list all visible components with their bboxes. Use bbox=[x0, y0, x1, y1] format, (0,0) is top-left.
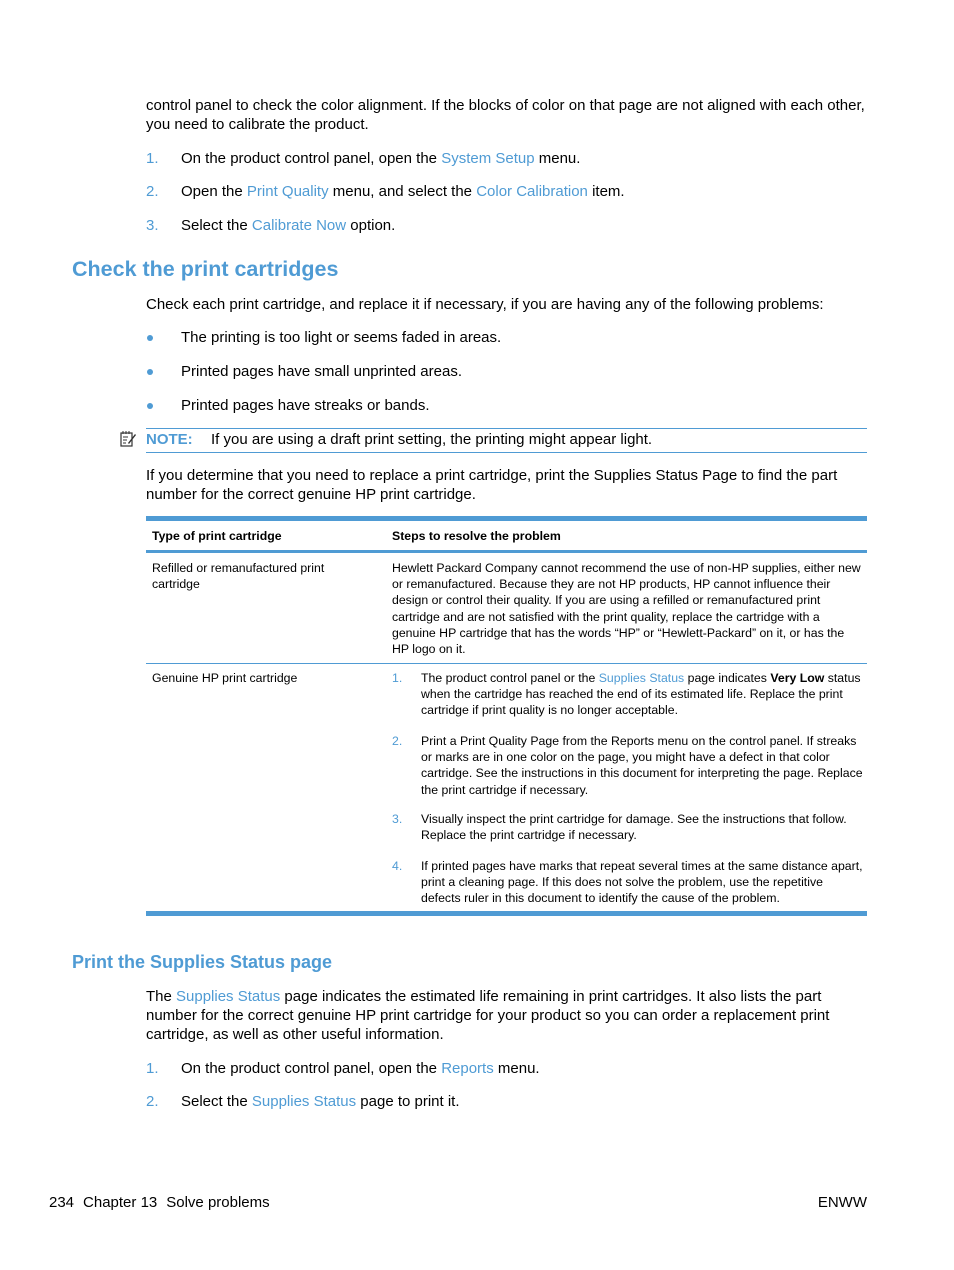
table-header-steps: Steps to resolve the problem bbox=[392, 529, 561, 543]
reports-link[interactable]: Reports bbox=[441, 1060, 494, 1077]
very-low-status: Very Low bbox=[770, 671, 825, 685]
section2-paragraph: The Supplies Status page indicates the e… bbox=[146, 987, 869, 1044]
table-header-type: Type of print cartridge bbox=[152, 529, 282, 543]
step-text: Select the bbox=[181, 1093, 252, 1110]
page-number: 234 bbox=[49, 1194, 75, 1211]
step-number: 1. bbox=[146, 1060, 159, 1077]
note-label: NOTE: bbox=[146, 431, 193, 448]
step-text: option. bbox=[346, 217, 396, 234]
page-footer-left: 234 Chapter 13 Solve problems bbox=[49, 1193, 270, 1212]
table-cell-type: Genuine HP print cartridge bbox=[152, 671, 298, 685]
bullet-text: The printing is too light or seems faded… bbox=[181, 329, 502, 346]
supplies-status-link[interactable]: Supplies Status bbox=[176, 988, 280, 1005]
bullet-icon bbox=[147, 403, 153, 409]
section-heading-supplies-status: Print the Supplies Status page bbox=[72, 952, 333, 972]
step-number: 2. bbox=[146, 183, 159, 200]
page-footer-right: ENWW bbox=[817, 1194, 867, 1211]
step-text: Select the bbox=[181, 217, 252, 234]
note-text: If you are using a draft print setting, … bbox=[211, 431, 653, 448]
step-number: 3. bbox=[392, 812, 403, 826]
step-text: page to print it. bbox=[356, 1093, 460, 1110]
color-calibration-link[interactable]: Color Calibration bbox=[476, 183, 588, 200]
table-row-divider bbox=[146, 663, 867, 664]
table-cell-type: Refilled or remanufactured print cartrid… bbox=[152, 561, 325, 592]
step-number: 1. bbox=[146, 150, 159, 167]
step-text: The product control panel or the bbox=[421, 671, 599, 685]
intro-paragraph: control panel to check the color alignme… bbox=[146, 97, 865, 133]
step-number: 2. bbox=[392, 734, 403, 748]
step-text: page indicates bbox=[684, 671, 771, 685]
step-number: 4. bbox=[392, 859, 403, 873]
supplies-status-link[interactable]: Supplies Status bbox=[252, 1093, 356, 1110]
step-text: menu, and select the bbox=[328, 183, 477, 200]
step-text: item. bbox=[587, 183, 625, 200]
note: NOTE: If you are using a draft print set… bbox=[146, 430, 652, 449]
supplies-status-link[interactable]: Supplies Status bbox=[599, 671, 684, 685]
calibrate-now-link[interactable]: Calibrate Now bbox=[252, 217, 346, 234]
step-text: On the product control panel, open the bbox=[181, 150, 442, 167]
step-text: On the product control panel, open the bbox=[181, 1060, 442, 1077]
section1-paragraph2: If you determine that you need to replac… bbox=[146, 467, 838, 503]
step-text: menu. bbox=[493, 1060, 540, 1077]
bullet-icon bbox=[147, 335, 153, 341]
step-text: If printed pages have marks that repeat … bbox=[421, 859, 863, 906]
bullet-text: Printed pages have streaks or bands. bbox=[181, 397, 430, 414]
table-bottom-rule bbox=[146, 911, 867, 916]
step-number: 3. bbox=[146, 217, 159, 234]
step-text: Print a Print Quality Page from the Repo… bbox=[421, 734, 863, 797]
note-bottom-rule bbox=[146, 452, 867, 453]
chapter-label: Chapter 13 bbox=[83, 1194, 158, 1211]
bullet-text: Printed pages have small unprinted areas… bbox=[181, 363, 463, 380]
system-setup-link[interactable]: System Setup bbox=[441, 150, 534, 167]
print-quality-link[interactable]: Print Quality bbox=[247, 183, 329, 200]
table-header-rule bbox=[146, 550, 867, 553]
table-top-rule bbox=[146, 516, 867, 521]
section1-intro: Check each print cartridge, and replace … bbox=[146, 296, 824, 313]
step-number: 1. bbox=[392, 671, 403, 685]
section-heading-check-cartridges: Check the print cartridges bbox=[72, 257, 339, 281]
table-cell-steps: Hewlett Packard Company cannot recommend… bbox=[392, 561, 861, 657]
step-text: Open the bbox=[181, 183, 247, 200]
step-number: 2. bbox=[146, 1093, 159, 1110]
note-top-rule bbox=[146, 428, 867, 429]
paragraph-text: The bbox=[146, 988, 177, 1005]
step-text: menu. bbox=[534, 150, 581, 167]
bullet-icon bbox=[147, 369, 153, 375]
chapter-title: Solve problems bbox=[166, 1194, 270, 1211]
note-icon bbox=[119, 430, 139, 450]
step-text: Visually inspect the print cartridge for… bbox=[421, 812, 847, 843]
